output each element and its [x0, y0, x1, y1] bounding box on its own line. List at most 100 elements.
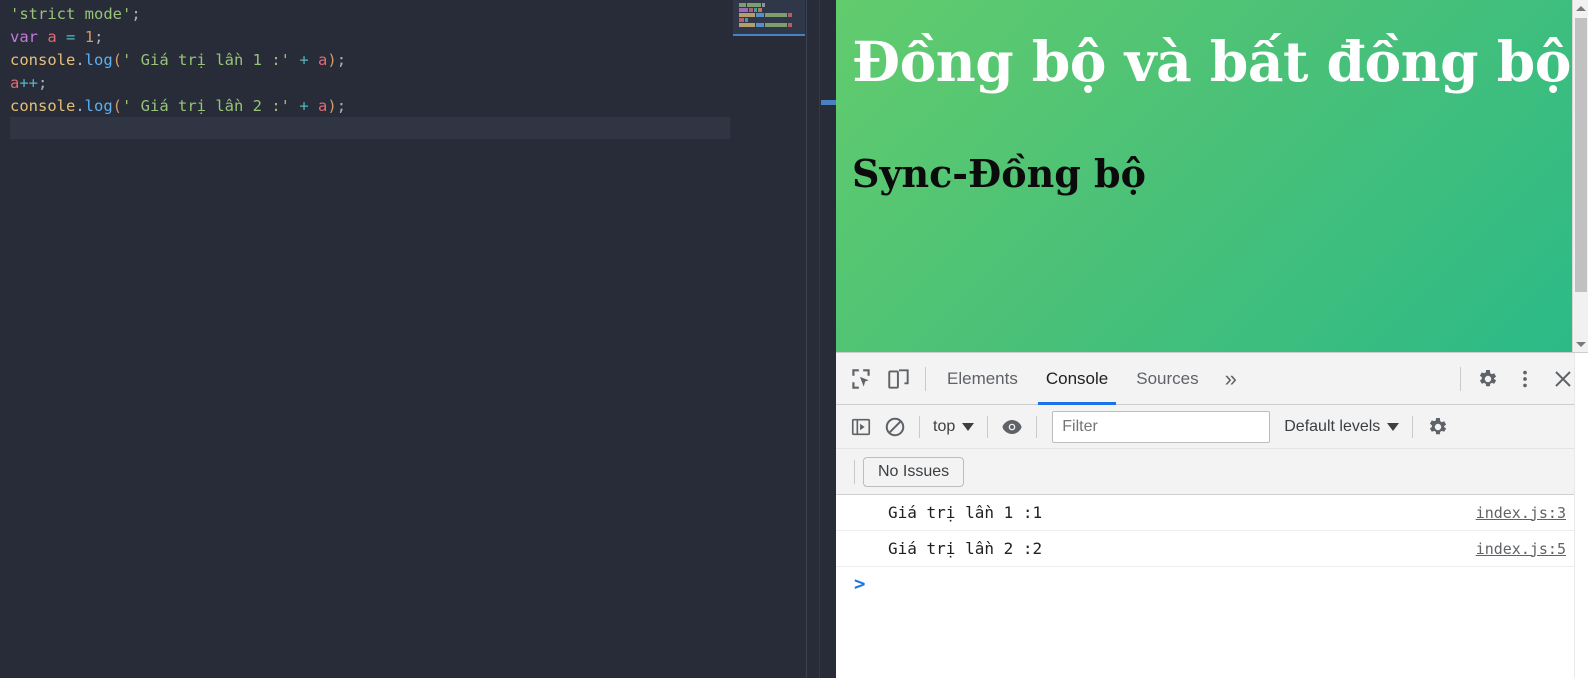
console-message-source-link[interactable]: index.js:5 [1476, 540, 1574, 558]
editor-divider [806, 0, 807, 678]
minimap-row [739, 8, 792, 12]
minimap-segment [765, 23, 787, 27]
minimap-segment [739, 8, 748, 12]
code-token: . [75, 51, 85, 69]
code-editor-pane[interactable]: 'strict mode'; var a = 1; console.log(' Gi… [0, 0, 836, 678]
inspect-element-icon[interactable] [842, 360, 880, 398]
console-filter-toolbar: top Filter Default levels [836, 405, 1588, 449]
minimap-segment [739, 18, 744, 22]
filterbar-divider-1 [919, 415, 920, 438]
tabbar-divider [925, 366, 926, 391]
minimap-segment [745, 18, 748, 22]
console-message-source-link[interactable]: index.js:3 [1476, 504, 1574, 522]
tabbar-divider-right [1460, 366, 1461, 391]
more-tabs-icon[interactable]: » [1213, 353, 1249, 405]
no-issues-label: No Issues [878, 462, 950, 480]
chevron-down-icon [962, 422, 975, 431]
live-expression-eye-icon[interactable] [995, 410, 1029, 444]
editor-minimap[interactable] [733, 0, 805, 678]
filter-input[interactable]: Filter [1052, 410, 1271, 443]
device-toolbar-icon[interactable] [880, 360, 918, 398]
no-issues-button[interactable]: No Issues [863, 456, 965, 487]
devtools-right-edge [1574, 353, 1588, 678]
minimap-segment [754, 8, 757, 12]
code-token: ) [327, 97, 337, 115]
tab-elements[interactable]: Elements [933, 353, 1032, 405]
code-token: + [299, 97, 309, 115]
code-token: a [318, 97, 328, 115]
minimap-segment [739, 23, 755, 27]
tab-sources-label: Sources [1136, 368, 1199, 388]
code-token: ; [131, 5, 141, 23]
tab-sources[interactable]: Sources [1122, 353, 1212, 405]
browser-pane: Đồng bộ và bất đồng bộ Sync-Đồng bộ Elem… [836, 0, 1588, 678]
page-scrollbar[interactable] [1572, 0, 1588, 352]
log-levels-selector[interactable]: Default levels [1278, 412, 1405, 442]
console-message[interactable]: Giá trị lần 1 :1 index.js:3 [836, 495, 1588, 531]
code-token: log [84, 51, 113, 69]
page-subtitle: Sync-Đồng bộ [852, 151, 1146, 197]
code-token: + [299, 51, 309, 69]
filter-input-placeholder: Filter [1062, 417, 1098, 435]
code-token: ' Giá trị lần 2 :' [122, 97, 290, 115]
minimap-segment [788, 13, 792, 17]
code-token: ' Giá trị lần 1 :' [122, 51, 290, 69]
console-message-list[interactable]: Giá trị lần 1 :1 index.js:3 Giá trị lần 2 … [836, 495, 1588, 675]
devtools-panel: Elements Console Sources » top Filter De… [836, 352, 1588, 678]
log-levels-label: Default levels [1284, 417, 1381, 435]
code-token: 'strict mode' [10, 5, 132, 23]
overview-ruler-mark [821, 100, 836, 105]
console-message-text: Giá trị lần 1 :1 [888, 503, 1043, 522]
chevron-down-icon-levels [1387, 422, 1400, 431]
console-settings-gear-icon[interactable] [1420, 410, 1454, 444]
console-sidebar-toggle-icon[interactable] [844, 410, 878, 444]
console-message[interactable]: Giá trị lần 2 :2 index.js:5 [836, 531, 1588, 567]
code-token: ; [336, 97, 347, 115]
minimap-row [739, 13, 792, 17]
minimap-segment [756, 13, 764, 17]
devtools-tabbar: Elements Console Sources » [836, 353, 1588, 405]
minimap-segment [749, 8, 753, 12]
code-token: ; [336, 51, 347, 69]
code-token: . [75, 97, 85, 115]
minimap-segment [739, 13, 755, 17]
gear-icon[interactable] [1468, 360, 1506, 398]
page-title: Đồng bộ và bất đồng bộ [852, 29, 1571, 94]
scrollbar-up-arrow-icon[interactable] [1573, 0, 1588, 16]
minimap-row [739, 3, 792, 7]
code-line: var a = 1; [0, 26, 730, 49]
minimap-segment [747, 3, 761, 7]
tab-elements-label: Elements [947, 368, 1018, 388]
filterbar-divider-4 [1412, 415, 1414, 438]
scrollbar-down-arrow-icon[interactable] [1573, 336, 1588, 352]
code-token: console [10, 97, 76, 115]
context-selector-label: top [933, 417, 956, 435]
code-token: ) [327, 51, 337, 69]
clear-console-icon[interactable] [878, 410, 912, 444]
editor-overview-ruler[interactable] [819, 0, 836, 678]
code-token: ; [38, 74, 48, 92]
minimap-segment [765, 13, 787, 17]
context-selector[interactable]: top [927, 412, 980, 442]
code-token: ; [94, 28, 104, 46]
scrollbar-thumb[interactable] [1575, 18, 1587, 292]
issuesbar-divider [854, 459, 855, 484]
page-viewport[interactable]: Đồng bộ và bất đồng bộ Sync-Đồng bộ [836, 0, 1588, 352]
tab-console[interactable]: Console [1032, 353, 1122, 405]
code-token: log [84, 97, 113, 115]
code-line: a++; [0, 72, 730, 95]
prompt-caret-icon: > [854, 573, 866, 595]
code-token: a [318, 51, 328, 69]
filterbar-divider-2 [987, 415, 989, 438]
console-prompt[interactable]: > [836, 567, 1588, 601]
code-text-area[interactable]: 'strict mode'; var a = 1; console.log(' Gi… [0, 0, 730, 141]
code-token: a [47, 28, 57, 46]
minimap-segment [756, 23, 764, 27]
code-token: console [10, 51, 76, 69]
kebab-menu-icon[interactable] [1506, 360, 1544, 398]
